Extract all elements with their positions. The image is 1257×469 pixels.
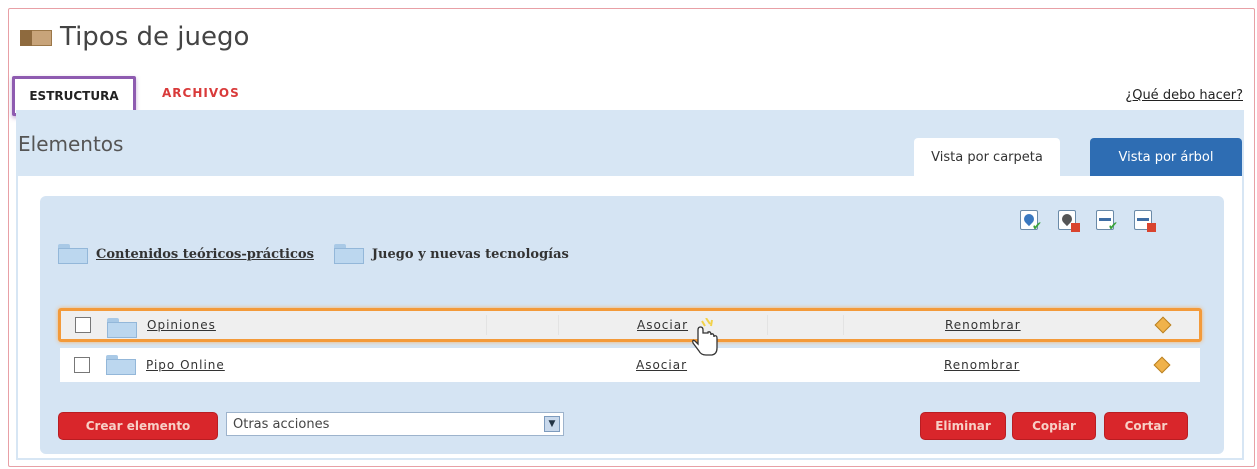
section-title: Elementos — [18, 132, 124, 156]
tab-archivos[interactable]: ARCHIVOS — [162, 86, 240, 100]
folder-icon — [58, 244, 88, 264]
row-checkbox[interactable] — [75, 317, 91, 333]
table-row: Opiniones Asociar Renombrar — [58, 308, 1202, 342]
move-handle-icon[interactable] — [1153, 356, 1171, 374]
row-name-link[interactable]: Opiniones — [147, 318, 216, 332]
tab-vista-carpeta[interactable]: Vista por carpeta — [914, 138, 1060, 176]
folder-icon — [333, 244, 364, 264]
associate-link[interactable]: Asociar — [637, 318, 688, 332]
breadcrumb: Contenidos teóricos-prácticos Juego y nu… — [58, 244, 569, 264]
breadcrumb-folder-link[interactable]: Contenidos teóricos-prácticos — [96, 247, 314, 262]
row-checkbox[interactable] — [74, 357, 90, 373]
permissions-grant-icon[interactable]: ✔ — [1018, 210, 1042, 232]
delete-minus-icon[interactable] — [1132, 210, 1156, 232]
cut-button[interactable]: Cortar — [1104, 412, 1188, 440]
permissions-remove-icon[interactable] — [1056, 210, 1080, 232]
breadcrumb-folder-current: Juego y nuevas tecnologías — [371, 246, 569, 262]
folder-icon — [107, 318, 137, 338]
rename-link[interactable]: Renombrar — [945, 318, 1021, 332]
associate-link[interactable]: Asociar — [636, 358, 687, 372]
copy-button[interactable]: Copiar — [1012, 412, 1096, 440]
help-link[interactable]: ¿Qué debo hacer? — [1125, 88, 1243, 103]
tab-vista-arbol[interactable]: Vista por árbol — [1090, 138, 1242, 176]
delete-button[interactable]: Eliminar — [920, 412, 1006, 440]
folder-icon — [106, 355, 136, 375]
box-icon — [20, 28, 52, 46]
table-row: Pipo Online Asociar Renombrar — [60, 348, 1200, 382]
rename-link[interactable]: Renombrar — [944, 358, 1020, 372]
other-actions-value: Otras acciones — [233, 416, 330, 432]
move-handle-icon[interactable] — [1154, 316, 1172, 334]
check-minus-icon[interactable]: ✔ — [1094, 210, 1118, 232]
create-element-button[interactable]: Crear elemento — [58, 412, 218, 440]
hand-cursor-icon — [692, 318, 718, 356]
row-name-link[interactable]: Pipo Online — [146, 358, 225, 372]
other-actions-select[interactable]: Otras acciones ▼ — [226, 412, 564, 436]
page-title: Tipos de juego — [60, 22, 250, 52]
page-header: Tipos de juego — [20, 20, 249, 54]
toolbar: ✔ ✔ — [1018, 210, 1156, 232]
chevron-down-icon[interactable]: ▼ — [544, 416, 560, 432]
